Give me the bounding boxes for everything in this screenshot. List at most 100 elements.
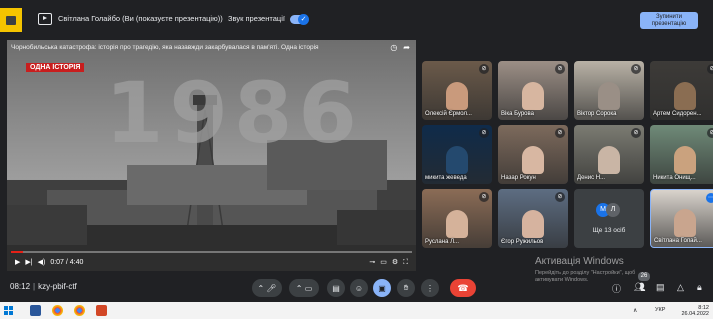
participant-video [674,82,696,110]
more-avatars: М Л [596,203,622,217]
video-time: 0:07 / 4:40 [50,259,84,266]
chrome-icon[interactable] [74,305,85,316]
more-vert-icon: ⋮ [426,283,434,293]
mic-off-icon: ⊘ [707,128,713,138]
next-icon[interactable]: ▶| [25,259,32,266]
windows-start-icon[interactable] [4,306,13,315]
video-progress-bar[interactable] [11,251,412,253]
lock-icon[interactable]: 🔒︎ [697,282,702,293]
presenting-status: Світлана Голайбо (Ви (показуєте презента… [58,14,223,23]
video-title: Чорнобильська катастрофа: історія про тр… [11,44,319,51]
participant-tile[interactable]: ⊘ Денис Н... [574,125,644,184]
participant-video [446,82,468,110]
settings-icon[interactable]: ⚙ [392,259,398,266]
participant-video [674,146,696,174]
camera-icon: ▭ [304,283,313,293]
info-icon[interactable]: ⓘ [612,282,621,295]
participant-name: Артем Сидорен... [653,111,702,117]
participant-video [598,82,620,110]
presentation-sound-toggle[interactable]: ✓ [290,14,309,25]
stop-presenting-button[interactable]: Зупинити презентацію [640,12,698,29]
video-controls-left: ▶ ▶| ◀) 0:07 / 4:40 [15,258,88,266]
participant-video [522,82,544,110]
mic-off-icon: ⊘ [555,192,565,202]
share-icon[interactable]: ➦ [403,43,410,52]
chat-icon[interactable]: ▤ [656,282,665,293]
participant-tile[interactable]: ⊘ микита жеведа [422,125,492,184]
divider: | [33,282,36,291]
microphone-button[interactable]: ⌃ 🎤︎ [252,279,282,297]
powerpoint-icon[interactable] [96,305,107,316]
captions-button[interactable]: ▤ [327,279,345,297]
participants-grid: ⊘ Олексій Єрмол... ⊘ Віка Бурова ⊘ Віктор С… [422,61,713,248]
meet-window: Світлана Голайбо (Ви (показуєте презента… [0,0,713,319]
avatar: Л [606,203,620,217]
word-icon[interactable] [30,305,41,316]
mic-off-icon: ⊘ [479,192,489,202]
emoji-button[interactable]: ☺ [350,279,368,297]
play-icon[interactable]: ▶ [15,259,20,266]
more-options-icon[interactable]: ⋯ [706,193,713,203]
fullscreen-icon[interactable]: ⛶ [403,259,408,266]
participant-tile[interactable]: ⊘ Назар Рокун [498,125,568,184]
more-participants-tile[interactable]: М Л Ще 13 осіб [574,189,644,248]
raise-hand-button[interactable]: ✋︎ [397,279,415,297]
mic-off-icon: ⊘ [631,64,641,74]
mic-off-icon: ⊘ [479,128,489,138]
emoji-icon: ☺ [354,283,364,293]
participant-tile[interactable]: ⊘ Єгор Ружильов [498,189,568,248]
participant-name: микита жеведа [425,175,467,181]
show-badge: ОДНА ІСТОРІЯ [26,63,85,72]
hand-icon: ✋︎ [403,283,409,292]
mic-off-icon: ⊘ [555,128,565,138]
windows-taskbar: ∧ УКР 8:12 26.04.2022 [0,302,713,319]
windows-activation-title: Активація Windows [535,256,624,267]
presentation-video[interactable]: 1986 Чорнобильська катастрофа: історія п… [7,40,416,271]
volume-icon[interactable]: ◀) [38,259,46,266]
participant-name: Віка Бурова [501,111,534,117]
system-clock[interactable]: 8:12 26.04.2022 [681,305,709,317]
mic-off-icon: ⊘ [555,64,565,74]
present-icon: ▣ [378,283,386,293]
more-options-button[interactable]: ⋮ [421,279,439,297]
chrome-icon[interactable] [52,305,63,316]
participant-tile[interactable]: ⊘ Олексій Єрмол... [422,61,492,120]
presentation-sound-label: Звук презентації [228,14,285,23]
participant-tile[interactable]: ⊘ Віктор Сорока [574,61,644,120]
present-screen-icon [38,13,52,25]
participant-video [522,210,544,238]
video-controls: ▶ ▶| ◀) 0:07 / 4:40 ⊸ ▭ ⚙ ⛶ [7,249,416,271]
participant-tile-self[interactable]: ⋯ Світлана Голай... [650,189,713,248]
mic-off-icon: ⊘ [707,64,713,74]
participant-tile[interactable]: ⊘ Віка Бурова [498,61,568,120]
video-top-actions: ◷ ➦ [384,43,410,52]
present-button[interactable]: ▣ [373,279,391,297]
participant-name: Назар Рокун [501,175,536,181]
clock-icon[interactable]: ◷ [390,43,397,52]
captions-icon[interactable]: ▭ [380,259,387,266]
check-icon: ✓ [298,14,309,25]
participant-tile[interactable]: ⊘ Руслана Л... [422,189,492,248]
participant-video [522,146,544,174]
participant-name: Руслана Л... [425,239,460,245]
chevron-up-icon[interactable]: ∧ [633,307,637,314]
video-progress-fill [11,251,24,253]
meeting-controls-bar: 08:12 | kzy-pbif-ctf ⌃ 🎤︎ ⌃ ▭ ▤ ☺ ▣ ✋︎ ⋮ ☎… [0,274,713,302]
input-language[interactable]: УКР [655,307,665,313]
autoplay-toggle-icon[interactable]: ⊸ [369,259,375,266]
activities-icon[interactable]: △ [677,282,684,293]
mic-icon: 🎤︎ [266,283,277,293]
meeting-info: 08:12 | kzy-pbif-ctf [10,282,77,291]
captions-icon: ▤ [332,283,340,293]
people-icon[interactable]: 👥︎ [634,282,645,293]
participant-name: Світлана Голай... [654,238,702,244]
participant-count-badge: 26 [638,272,650,281]
participant-tile[interactable]: ⊘ Артем Сидорен... [650,61,713,120]
more-participants-label: Ще 13 осіб [592,227,626,234]
phone-hangup-icon: ☎︎ [457,282,469,293]
leave-call-button[interactable]: ☎︎ [450,279,476,297]
participant-video [674,209,696,237]
camera-button[interactable]: ⌃ ▭ [289,279,319,297]
participant-tile[interactable]: ⊘ Никита Онищ... [650,125,713,184]
chevron-up-icon: ⌃ [295,283,303,293]
